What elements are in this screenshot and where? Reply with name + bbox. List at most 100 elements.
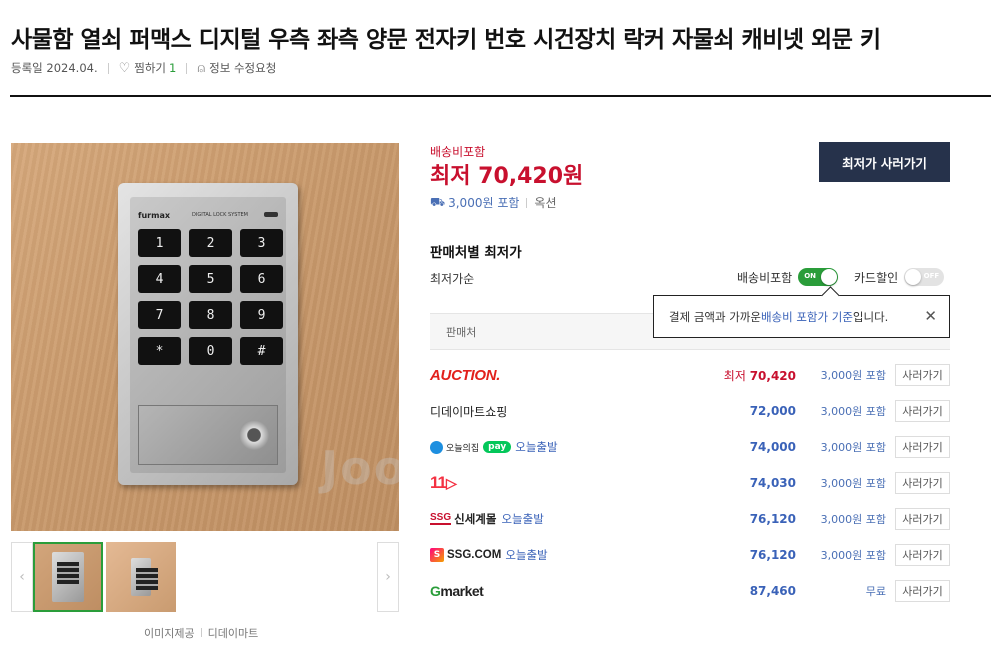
- seller-row[interactable]: SSG 신세계몰 오늘출발 76,120 3,000원 포함 사러가기: [430, 501, 950, 537]
- today-ship-tag: 오늘출발: [501, 512, 544, 526]
- row-shipping: 3,000원 포함: [820, 369, 886, 382]
- thumbnail-1[interactable]: [33, 542, 103, 612]
- main-product-image[interactable]: furmax DIGITAL LOCK SYSTEM 1 2 3 4 5 6 7…: [11, 143, 399, 531]
- buy-lowest-button[interactable]: 최저가 사러가기: [819, 142, 950, 182]
- 11st-logo: 11 ▷: [430, 473, 457, 493]
- card-discount-toggle[interactable]: 카드할인 OFF: [854, 268, 945, 286]
- gmarket-logo-g: G: [430, 583, 441, 599]
- wish-count: 1: [169, 61, 177, 75]
- seller-name: SSG.COM: [447, 549, 502, 561]
- key: 3: [240, 229, 283, 257]
- key-cylinder: [239, 420, 269, 450]
- thumbnail-image: [131, 558, 158, 596]
- watermark: Joonggonara: [321, 441, 399, 495]
- lock-face: furmax DIGITAL LOCK SYSTEM 1 2 3 4 5 6 7…: [130, 197, 286, 473]
- seller-row[interactable]: 디데이마트쇼핑 72,000 3,000원 포함 사러가기: [430, 393, 950, 429]
- lowest-price-value: 70,420원: [478, 164, 584, 189]
- auction-logo: AUCTION.: [430, 366, 501, 384]
- header-divider: [10, 95, 991, 97]
- divider: [186, 62, 188, 74]
- go-buy-button[interactable]: 사러가기: [895, 544, 950, 566]
- thumbnail-image: [52, 552, 84, 602]
- lock-brand: furmax: [138, 211, 171, 220]
- today-ship-tag: 오늘출발: [505, 548, 548, 562]
- seller-row[interactable]: Gmarket 87,460 무료 사러가기: [430, 573, 950, 609]
- edit-request-button[interactable]: ⍝ 정보 수정요청: [197, 60, 276, 76]
- seller-logo-group: 오늘의집 pay 오늘출발: [430, 439, 558, 455]
- digital-lock: furmax DIGITAL LOCK SYSTEM 1 2 3 4 5 6 7…: [118, 183, 298, 485]
- toggle-switch-on[interactable]: ON: [798, 268, 839, 286]
- key: 7: [138, 301, 181, 329]
- thumb-prev-button[interactable]: ‹: [11, 542, 33, 612]
- row-price: 74,030: [749, 476, 796, 490]
- go-buy-button[interactable]: 사러가기: [895, 580, 950, 602]
- 11st-logo-text: 11: [430, 473, 447, 492]
- key: *: [138, 337, 181, 365]
- heart-icon: ♡: [118, 60, 131, 76]
- row-price: 72,000: [749, 404, 796, 418]
- divider: [107, 62, 109, 74]
- ssg-logo-icon: S: [430, 548, 444, 562]
- thumb-next-button[interactable]: ›: [377, 542, 399, 612]
- toggle-switch-off[interactable]: OFF: [904, 268, 945, 286]
- tooltip-prefix: 결제 금액과 가까운: [669, 309, 761, 324]
- toggle-knob: [821, 269, 838, 285]
- keypad: 1 2 3 4 5 6 7 8 9 * 0 #: [138, 229, 283, 365]
- row-price: 74,000: [749, 440, 796, 454]
- credit-seller: 디데이마트: [207, 627, 259, 640]
- seller-row[interactable]: S SSG.COM 오늘출발 76,120 3,000원 포함 사러가기: [430, 537, 950, 573]
- bell-icon: ⍝: [197, 60, 206, 76]
- lock-plate: [138, 405, 278, 465]
- row-shipping: 무료: [865, 585, 886, 598]
- row-shipping: 3,000원 포함: [820, 513, 886, 526]
- go-buy-button[interactable]: 사러가기: [895, 400, 950, 422]
- home-icon: [430, 440, 443, 454]
- edit-request-label: 정보 수정요청: [209, 61, 277, 75]
- lowest-label: 최저: [430, 164, 471, 189]
- card-toggle-label: 카드할인: [854, 270, 899, 285]
- seller-logo-group: S SSG.COM 오늘출발: [430, 547, 548, 563]
- go-buy-button[interactable]: 사러가기: [895, 472, 950, 494]
- seller-row[interactable]: 11 ▷ 74,030 3,000원 포함 사러가기: [430, 465, 950, 501]
- truck-icon: ⛟: [430, 194, 446, 209]
- close-icon[interactable]: ✕: [924, 307, 937, 325]
- product-title: 사물함 열쇠 퍼맥스 디지털 우측 좌측 양문 전자키 번호 시건장치 락커 자…: [11, 27, 881, 53]
- today-ship-tag: 오늘출발: [515, 440, 558, 454]
- tooltip-highlight: 배송비 포함가 기준: [760, 309, 853, 324]
- row-price: 최저 70,420: [724, 367, 796, 384]
- gmarket-logo: Gmarket: [430, 583, 484, 599]
- price-value: 70,420: [749, 368, 796, 383]
- tooltip-suffix: 입니다.: [852, 309, 889, 324]
- lowest-price: 최저 70,420원: [430, 158, 583, 190]
- toggle-state: OFF: [923, 272, 940, 280]
- key: 1: [138, 229, 181, 257]
- seller-row[interactable]: 오늘의집 pay 오늘출발 74,000 3,000원 포함 사러가기: [430, 429, 950, 465]
- row-price: 76,120: [749, 512, 796, 526]
- row-shipping: 3,000원 포함: [820, 477, 886, 490]
- registration-date: 등록일 2024.04.: [11, 61, 98, 75]
- key: 8: [189, 301, 232, 329]
- shipping-toggle-label: 배송비포함: [737, 270, 793, 285]
- go-buy-button[interactable]: 사러가기: [895, 508, 950, 530]
- lock-led: [264, 212, 278, 217]
- shipping-fee: 3,000원 포함: [448, 196, 520, 210]
- lock-system-label: DIGITAL LOCK SYSTEM: [192, 212, 248, 218]
- thumbnail-2[interactable]: [106, 542, 176, 612]
- seller-section-title: 판매처별 최저가: [430, 245, 522, 261]
- toggle-knob: [905, 269, 922, 285]
- seller-name: 신세계몰: [454, 512, 497, 526]
- key: 2: [189, 229, 232, 257]
- shipping-tooltip: 결제 금액과 가까운 배송비 포함가 기준 입니다. ✕: [653, 295, 950, 338]
- go-buy-button[interactable]: 사러가기: [895, 436, 950, 458]
- seller-row[interactable]: AUCTION. 최저 70,420 3,000원 포함 사러가기: [430, 357, 950, 393]
- key: #: [240, 337, 283, 365]
- shipping-toggle[interactable]: 배송비포함 ON: [737, 268, 839, 286]
- row-shipping: 3,000원 포함: [820, 549, 886, 562]
- sort-selector[interactable]: 최저가순: [430, 270, 474, 287]
- go-buy-button[interactable]: 사러가기: [895, 364, 950, 386]
- wish-button[interactable]: ♡ 찜하기 1: [119, 60, 177, 76]
- divider: [526, 197, 528, 208]
- product-meta: 등록일 2024.04. ♡ 찜하기 1 ⍝ 정보 수정요청: [11, 60, 276, 76]
- chevron-left-icon: ‹: [19, 569, 25, 585]
- row-shipping: 3,000원 포함: [820, 405, 886, 418]
